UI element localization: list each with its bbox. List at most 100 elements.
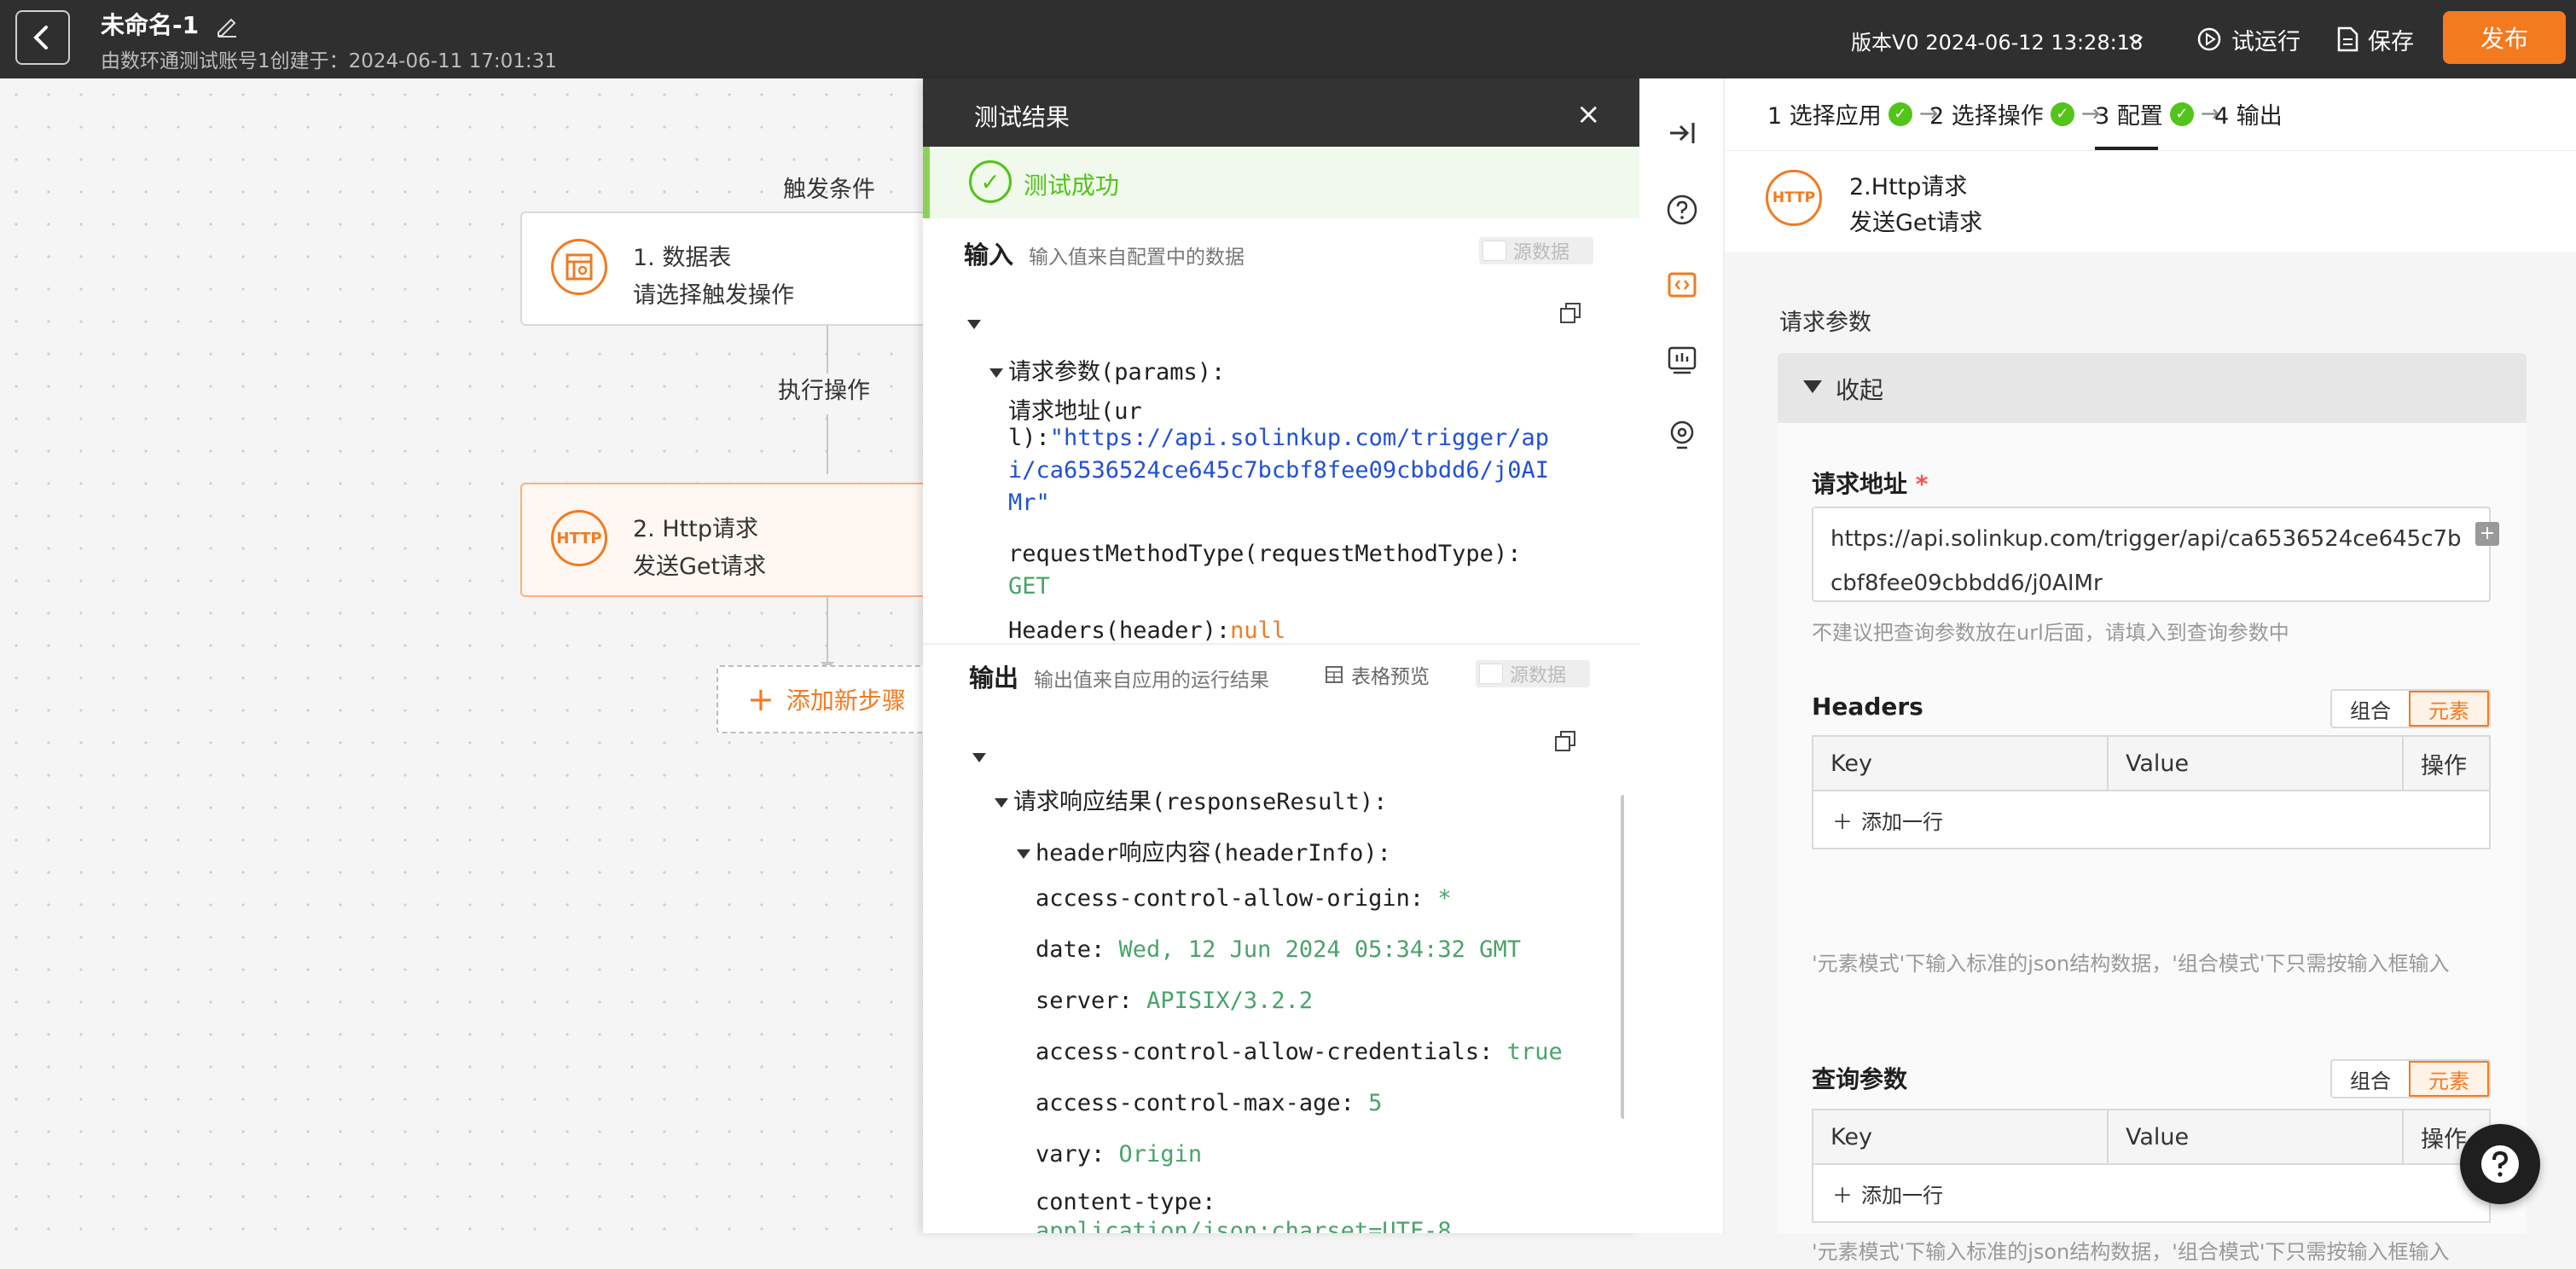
success-text: 测试成功 bbox=[1024, 171, 1120, 200]
caret-down-icon bbox=[1803, 380, 1822, 393]
step-select-app[interactable]: 1 选择应用 ✓ → bbox=[1767, 97, 1938, 130]
collapse-label: 收起 bbox=[1836, 376, 1884, 404]
node-title: 1. 数据表 bbox=[633, 245, 732, 271]
top-bar: 未命名-1 由数环通测试账号1创建于：2024-06-11 17:01:31 版… bbox=[0, 0, 2576, 78]
config-panel: 1 选择应用 ✓ → 2 选择操作 ✓ → 3 配置 ✓ → 4 输出 HTTP 2.Htt… bbox=[1725, 78, 2576, 1264]
output-title: 输出 bbox=[969, 663, 1019, 692]
table-preview-button[interactable]: 表格预览 bbox=[1324, 660, 1430, 689]
url-field-label: 请求地址 * bbox=[1812, 470, 1929, 498]
copy-icon[interactable] bbox=[1554, 730, 1576, 752]
success-banner: ✓ 测试成功 bbox=[923, 147, 1639, 218]
tree-value: i/ca6536524ce645c7bcbf8fee09cbbdd6/j0AI bbox=[1008, 457, 1549, 484]
tree-value: Mr" bbox=[1008, 490, 1050, 516]
tree-root-toggle[interactable] bbox=[967, 310, 986, 337]
test-run-label: 试运行 bbox=[2231, 28, 2300, 55]
add-row-button[interactable]: ＋添加一行 bbox=[1813, 1165, 2489, 1221]
raw-data-toggle-output[interactable]: 源数据 bbox=[1476, 660, 1590, 687]
close-icon[interactable]: × bbox=[1576, 97, 1601, 131]
raw-data-label: 源数据 bbox=[1513, 242, 1570, 264]
check-icon: ✓ bbox=[2050, 101, 2074, 126]
tree-key: requestMethodType(requestMethodType): bbox=[1008, 541, 1522, 567]
test-result-panel: 测试结果 × ✓ 测试成功 输入 输入值来自配置中的数据 源数据 请求参数(pa… bbox=[923, 78, 1639, 1233]
tree-root-toggle[interactable] bbox=[972, 744, 991, 770]
http-icon: HTTP bbox=[551, 510, 607, 566]
chevron-down-icon[interactable] bbox=[2126, 29, 2146, 49]
help-button[interactable] bbox=[2460, 1124, 2540, 1204]
raw-data-label: 源数据 bbox=[1510, 665, 1567, 687]
check-circle-icon: ✓ bbox=[969, 160, 1012, 203]
save-label: 保存 bbox=[2368, 28, 2414, 55]
output-header: 输出 输出值来自应用的运行结果 表格预览 源数据 bbox=[923, 643, 1639, 703]
node-info: HTTP 2.Http请求 发送Get请求 bbox=[1725, 150, 2576, 252]
step-configure[interactable]: 3 配置 ✓ → bbox=[2095, 97, 2219, 130]
headers-mode-hint: '元素模式'下输入标准的json结构数据，'组合模式'下只需按输入框输入 bbox=[1812, 952, 2450, 976]
mode-element-button[interactable]: 元素 bbox=[2409, 691, 2489, 727]
output-json-viewer: 请求响应结果(responseResult): header响应内容(heade… bbox=[923, 713, 1624, 1233]
query-params-label: 查询参数 bbox=[1812, 1065, 1908, 1093]
insert-variable-icon[interactable]: + bbox=[2475, 522, 2499, 546]
collapse-panel-icon[interactable] bbox=[1665, 116, 1699, 150]
tree-node-params[interactable]: 请求参数(params): bbox=[989, 353, 1225, 386]
headers-table: Key Value 操作 ＋添加一行 bbox=[1812, 735, 2491, 849]
save-button[interactable]: 保存 bbox=[2335, 22, 2414, 56]
url-input[interactable]: https://api.solinkup.com/trigger/api/ca6… bbox=[1812, 507, 2499, 602]
step-output[interactable]: 4 输出 bbox=[2214, 97, 2283, 130]
headers-label: Headers bbox=[1812, 692, 1923, 721]
tree-key: content-type: bbox=[1036, 1189, 1216, 1215]
edit-icon[interactable] bbox=[213, 12, 241, 39]
node-subtitle: 发送Get请求 bbox=[633, 553, 767, 580]
node-subtitle: 请选择触发操作 bbox=[633, 282, 794, 309]
connector-line bbox=[827, 597, 828, 663]
code-icon[interactable] bbox=[1665, 268, 1699, 302]
col-ops: 操作 bbox=[2421, 752, 2467, 779]
publish-button[interactable]: 发布 bbox=[2443, 11, 2566, 64]
node-title: 2.Http请求 bbox=[1849, 174, 1968, 200]
panel-title: 测试结果 bbox=[974, 103, 1070, 131]
workflow-canvas[interactable]: 触发条件 1. 数据表 请选择触发操作 执行操作 HTTP 2. Http请求 … bbox=[0, 78, 938, 1233]
mode-element-button[interactable]: 元素 bbox=[2409, 1061, 2489, 1097]
query-mode-hint: '元素模式'下输入标准的json结构数据，'组合模式'下只需按输入框输入 bbox=[1812, 1240, 2450, 1264]
tree-key: 请求地址(ur bbox=[1008, 398, 1142, 425]
query-params-table: Key Value 操作 ＋添加一行 bbox=[1812, 1109, 2491, 1223]
col-value: Value bbox=[2109, 737, 2404, 790]
node-title: 2. Http请求 bbox=[633, 516, 758, 542]
input-json-viewer: 请求参数(params): 请求地址(ur l):"https://api.so… bbox=[923, 285, 1624, 643]
raw-data-toggle-input[interactable]: 源数据 bbox=[1479, 237, 1593, 264]
scrollbar[interactable] bbox=[1621, 795, 1624, 1119]
steps-bar: 1 选择应用 ✓ → 2 选择操作 ✓ → 3 配置 ✓ → 4 输出 bbox=[1725, 78, 2576, 150]
tree-node-response[interactable]: 请求响应结果(responseResult): bbox=[995, 783, 1387, 816]
mode-combo-button[interactable]: 组合 bbox=[2332, 691, 2409, 727]
input-hint: 输入值来自配置中的数据 bbox=[1029, 246, 1244, 269]
tree-node-header[interactable]: header响应内容(headerInfo): bbox=[1017, 834, 1391, 867]
action-label: 执行操作 bbox=[778, 378, 870, 404]
trigger-label: 触发条件 bbox=[783, 177, 875, 203]
version-selector[interactable]: 版本V0 2024-06-12 13:28:18 bbox=[1851, 26, 2143, 55]
add-step-button[interactable]: + 添加新步骤 bbox=[717, 665, 938, 733]
copy-icon[interactable] bbox=[1559, 302, 1581, 324]
document-icon bbox=[2337, 26, 2358, 52]
panel-header: 测试结果 × bbox=[923, 78, 1639, 147]
tree-row: date: Wed, 12 Jun 2024 05:34:32 GMT bbox=[1036, 936, 1521, 963]
tree-row: access-control-max-age: 5 bbox=[1036, 1090, 1383, 1116]
bulb-icon[interactable] bbox=[1665, 418, 1699, 452]
test-run-button[interactable]: 试运行 bbox=[2196, 22, 2300, 56]
mode-combo-button[interactable]: 组合 bbox=[2332, 1061, 2409, 1097]
tree-row: access-control-allow-credentials: true bbox=[1036, 1039, 1563, 1065]
request-params-form: 请求地址 * https://api.solinkup.com/trigger/… bbox=[1778, 423, 2527, 1264]
output-hint: 输出值来自应用的运行结果 bbox=[1034, 669, 1269, 692]
plus-icon: ＋ bbox=[1832, 809, 1853, 834]
node-data-table[interactable]: 1. 数据表 请选择触发操作 bbox=[520, 212, 930, 326]
request-params-label: 请求参数 bbox=[1779, 310, 1871, 336]
step-select-action[interactable]: 2 选择操作 ✓ → bbox=[1929, 97, 2100, 130]
collapse-toggle[interactable]: 收起 bbox=[1778, 353, 2527, 423]
app-subtitle: 由数环通测试账号1创建于：2024-06-11 17:01:31 bbox=[101, 50, 557, 72]
plus-icon: ＋ bbox=[1832, 1183, 1853, 1208]
node-http-request[interactable]: HTTP 2. Http请求 发送Get请求 bbox=[520, 483, 930, 597]
tree-row: Headers(header):null bbox=[1008, 617, 1286, 643]
log-icon[interactable] bbox=[1665, 343, 1699, 377]
url-hint: 不建议把查询参数放在url后面，请填入到查询参数中 bbox=[1812, 621, 2289, 645]
back-button[interactable] bbox=[15, 10, 70, 65]
col-key: Key bbox=[1813, 1110, 2109, 1163]
add-row-button[interactable]: ＋添加一行 bbox=[1813, 791, 2489, 848]
help-circle-icon[interactable] bbox=[1665, 193, 1699, 227]
